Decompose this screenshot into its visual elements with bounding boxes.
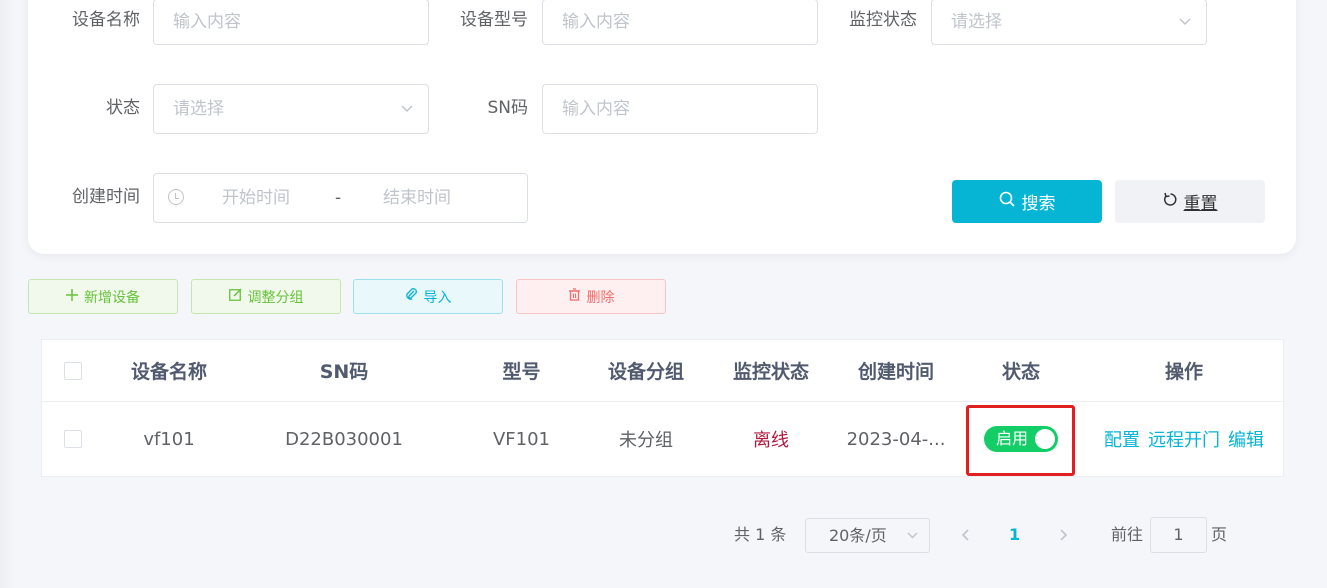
reset-button[interactable]: 重置 — [1115, 180, 1265, 223]
cell-created: 2023-04-... — [846, 428, 946, 450]
cell-status: 启用 — [953, 402, 1089, 476]
next-page-button[interactable] — [1057, 523, 1069, 554]
cell-model: VF101 — [492, 428, 551, 450]
refresh-icon — [1163, 192, 1178, 212]
row-select-cell — [42, 402, 104, 476]
trash-icon — [568, 288, 581, 305]
import-label: 导入 — [423, 289, 452, 306]
chevron-left-icon — [960, 529, 972, 552]
status-placeholder: 请选择 — [173, 99, 224, 119]
side-shadow — [0, 0, 16, 588]
start-time-placeholder: 开始时间 — [222, 188, 290, 208]
header-model: 型号 — [502, 361, 541, 383]
device-name-input[interactable]: 输入内容 — [153, 0, 429, 45]
adjust-group-button[interactable]: 调整分组 — [191, 279, 341, 314]
goto-page-input[interactable]: 1 — [1150, 517, 1207, 553]
cell-sn: D22B030001 — [285, 428, 403, 450]
sn-input[interactable]: 输入内容 — [542, 84, 818, 134]
remote-open-door-link[interactable]: 远程开门 — [1148, 426, 1220, 452]
cell-device-name: vf101 — [143, 428, 195, 450]
device-management-page: 设备名称 输入内容 设备型号 输入内容 监控状态 请选择 状态 请选择 SN码 … — [0, 0, 1327, 588]
create-time-label: 创建时间 — [72, 187, 140, 207]
prev-page-button[interactable] — [960, 523, 972, 554]
edit-link[interactable]: 编辑 — [1228, 426, 1264, 452]
page-size-value: 20条/页 — [829, 526, 887, 545]
toggle-knob — [1035, 429, 1055, 449]
cell-monitor-status: 离线 — [753, 430, 789, 451]
reset-button-label: 重置 — [1183, 194, 1218, 214]
status-label: 状态 — [106, 98, 140, 118]
paperclip-icon — [405, 288, 418, 305]
header-status: 状态 — [1001, 361, 1040, 383]
clock-icon — [168, 189, 184, 205]
chevron-down-icon — [906, 519, 919, 565]
cell-actions: 配置 远程开门 编辑 — [1089, 402, 1279, 476]
device-model-placeholder: 输入内容 — [562, 12, 630, 32]
end-time-placeholder: 结束时间 — [383, 188, 451, 208]
edit-icon — [228, 288, 242, 305]
header-group: 设备分组 — [607, 361, 684, 383]
delete-button[interactable]: 删除 — [516, 279, 666, 314]
row-checkbox[interactable] — [64, 430, 82, 448]
import-button[interactable]: 导入 — [353, 279, 503, 314]
device-name-label: 设备名称 — [72, 10, 140, 30]
search-icon — [999, 191, 1016, 213]
status-toggle-label: 启用 — [996, 429, 1029, 448]
device-model-input[interactable]: 输入内容 — [542, 0, 818, 45]
chevron-right-icon — [1057, 529, 1069, 552]
create-time-range-picker[interactable]: 开始时间 - 结束时间 — [153, 173, 528, 223]
device-name-placeholder: 输入内容 — [173, 12, 241, 32]
select-all-checkbox[interactable] — [64, 361, 82, 380]
page-size-select[interactable]: 20条/页 — [805, 518, 930, 553]
monitor-status-select[interactable]: 请选择 — [931, 0, 1207, 45]
header-actions: 操作 — [1164, 361, 1203, 383]
status-select[interactable]: 请选择 — [153, 84, 429, 134]
header-sn: SN码 — [319, 361, 369, 383]
configure-link[interactable]: 配置 — [1104, 426, 1140, 452]
monitor-status-label: 监控状态 — [849, 10, 917, 30]
table-header: 设备名称 SN码 型号 设备分组 监控状态 创建时间 状态 操作 — [42, 340, 1283, 402]
sn-label: SN码 — [487, 98, 528, 118]
pagination-total: 共 1 条 — [734, 525, 787, 544]
page-suffix: 页 — [1211, 525, 1228, 544]
select-all-cell — [42, 340, 104, 401]
header-device-name: 设备名称 — [130, 361, 207, 383]
header-created: 创建时间 — [857, 361, 934, 383]
device-model-label: 设备型号 — [460, 10, 528, 30]
search-button[interactable]: 搜索 — [952, 180, 1102, 223]
status-toggle-switch[interactable]: 启用 — [984, 426, 1058, 452]
goto-label: 前往 — [1111, 525, 1144, 544]
plus-icon — [66, 288, 78, 305]
adjust-group-label: 调整分组 — [247, 289, 304, 306]
device-table: 设备名称 SN码 型号 设备分组 监控状态 创建时间 状态 操作 vf101 D… — [41, 339, 1284, 477]
cell-group: 未分组 — [619, 430, 673, 451]
table-row: vf101 D22B030001 VF101 未分组 离线 2023-04-..… — [42, 402, 1283, 477]
add-device-button[interactable]: 新增设备 — [28, 279, 178, 314]
sn-placeholder: 输入内容 — [562, 99, 630, 119]
header-monitor-status: 监控状态 — [732, 361, 809, 383]
range-separator: - — [335, 188, 342, 208]
chevron-down-icon — [1178, 0, 1192, 62]
add-device-label: 新增设备 — [84, 289, 140, 306]
delete-label: 删除 — [586, 289, 615, 306]
page-number-1[interactable]: 1 — [1009, 523, 1020, 547]
monitor-status-placeholder: 请选择 — [951, 12, 1002, 32]
search-button-label: 搜索 — [1021, 194, 1056, 214]
